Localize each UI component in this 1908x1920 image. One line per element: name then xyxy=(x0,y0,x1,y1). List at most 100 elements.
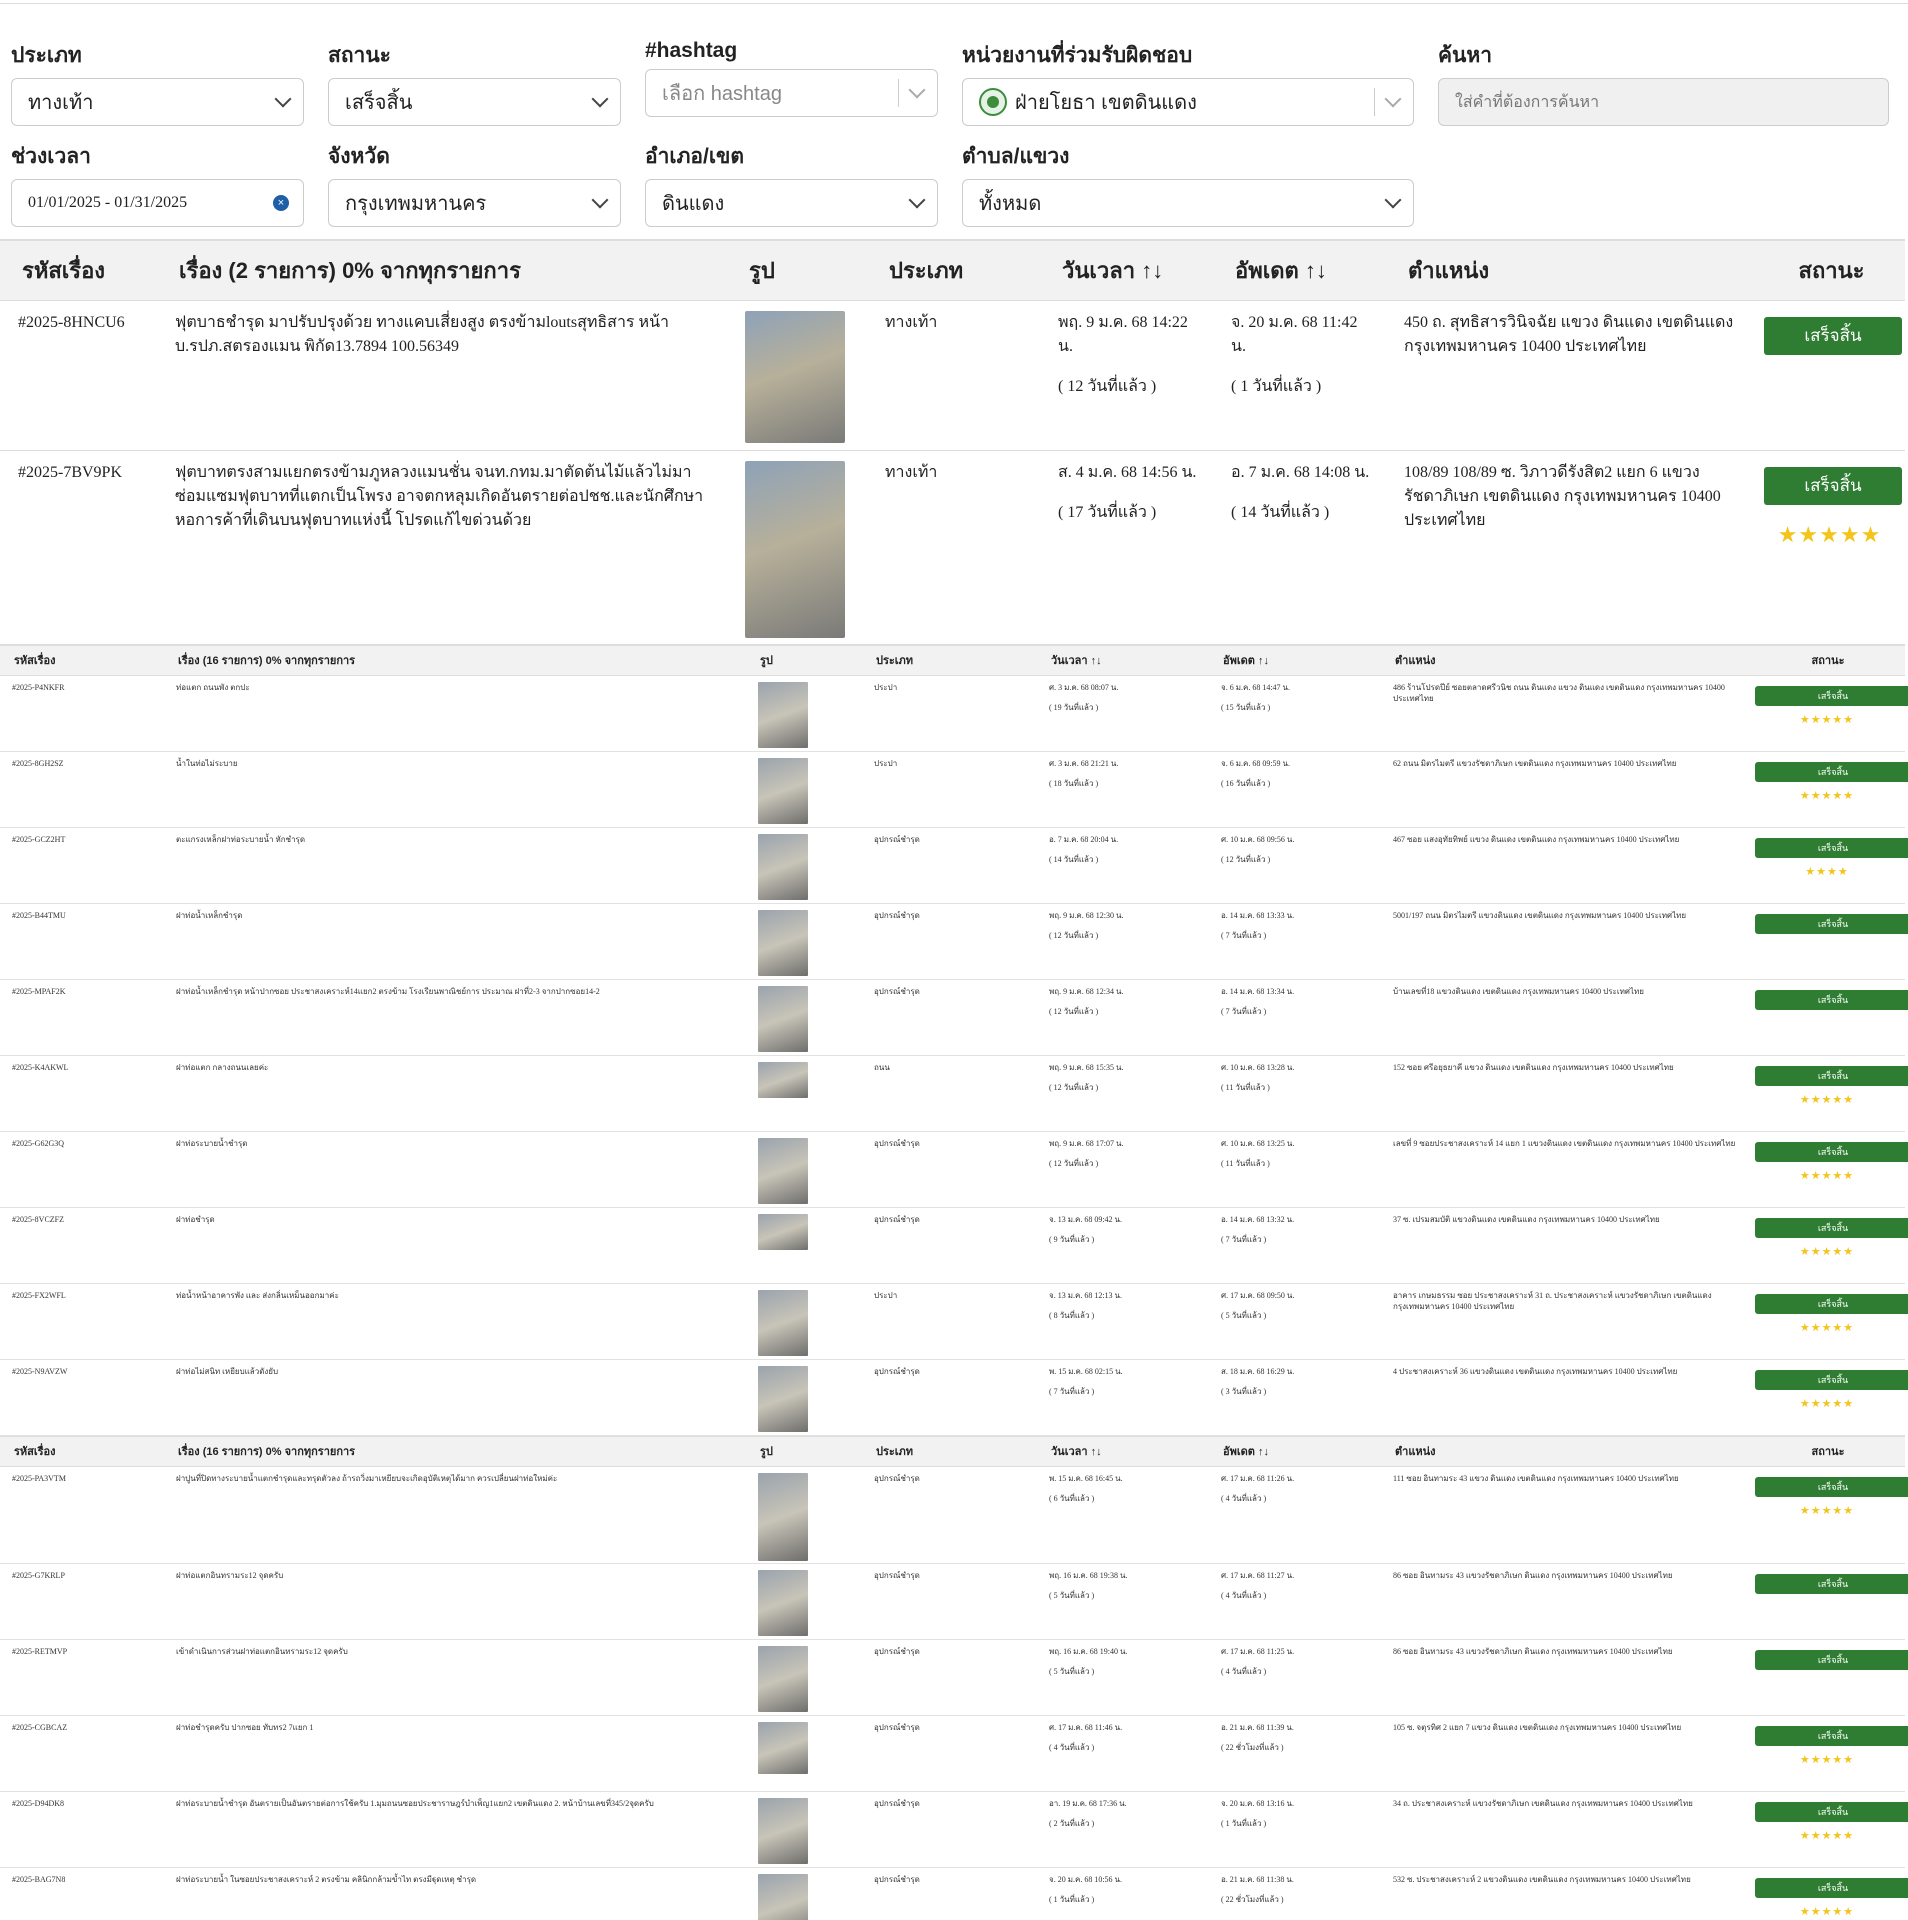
status-badge[interactable]: เสร็จสิ้น xyxy=(1755,837,1908,858)
status-badge[interactable]: เสร็จสิ้น xyxy=(1755,1725,1908,1746)
status-badge[interactable]: เสร็จสิ้น xyxy=(1755,1065,1908,1086)
col-updated[interactable]: อัพเดต ↑↓ xyxy=(1213,239,1386,301)
issue-title: ฝาท่อน้ำเหล็กชำรุด หน้าปากซอย ประชาสงเคร… xyxy=(164,979,746,1056)
table-row[interactable]: #2025-GCZ2HT ตะแกรงเหล็กฝาท่อระบายน้ำ หัก… xyxy=(0,827,1908,904)
status-badge[interactable]: เสร็จสิ้น xyxy=(1755,1476,1908,1497)
issue-photo[interactable] xyxy=(758,909,808,976)
table-row[interactable]: #2025-MPAF2K ฝาท่อน้ำเหล็กชำรุด หน้าปากซอ… xyxy=(0,979,1908,1056)
district-select[interactable]: ดินแดง xyxy=(645,179,938,227)
type-select[interactable]: ทางเท้า xyxy=(11,78,304,126)
issue-photo[interactable] xyxy=(758,1797,808,1864)
issue-photo[interactable] xyxy=(758,985,808,1052)
issue-id[interactable]: #2025-PA3VTM xyxy=(0,1466,164,1564)
status-badge[interactable]: เสร็จสิ้น xyxy=(1755,1877,1908,1898)
status-badge[interactable]: เสร็จสิ้น xyxy=(1755,685,1908,706)
issue-photo[interactable] xyxy=(758,1645,808,1712)
search-input[interactable]: ใส่คำที่ต้องการค้นหา xyxy=(1438,78,1889,126)
col-datetime[interactable]: วันเวลา ↑↓ xyxy=(1037,644,1209,676)
table-row[interactable]: #2025-BAG7N8 ฝาท่อระบายน้ำ ในซอยประชาสงเค… xyxy=(0,1867,1908,1920)
subdistrict-select[interactable]: ทั้งหมด xyxy=(962,179,1414,227)
issue-id[interactable]: #2025-CGBCAZ xyxy=(0,1715,164,1792)
table-row[interactable]: #2025-PA3VTM ฝาปูนที่ปิดทางระบายน้ำแตกชำร… xyxy=(0,1466,1908,1564)
issue-photo[interactable] xyxy=(745,310,845,443)
issue-photo[interactable] xyxy=(758,1289,808,1356)
issue-id[interactable]: #2025-FX2WFL xyxy=(0,1283,164,1360)
issue-id[interactable]: #2025-7BV9PK xyxy=(0,450,157,645)
col-id[interactable]: รหัสเรื่อง xyxy=(0,644,164,676)
issue-updated-cell: อ. 21 ม.ค. 68 11:38 น. ( 22 ชั่วโมงที่แล้… xyxy=(1209,1867,1381,1920)
table-row[interactable]: #2025-D94DK8 ฝาท่อระบายน้ำชำรุด อันตรายเป… xyxy=(0,1791,1908,1868)
table-row[interactable]: #2025-N9AVZW ฝาท่อไม่สนิท เหยียบแล้วดังยั… xyxy=(0,1359,1908,1436)
status-badge[interactable]: เสร็จสิ้น xyxy=(1755,1293,1908,1314)
status-badge[interactable]: เสร็จสิ้น xyxy=(1764,316,1902,355)
status-badge[interactable]: เสร็จสิ้น xyxy=(1755,913,1908,934)
issue-photo[interactable] xyxy=(758,681,808,748)
status-badge[interactable]: เสร็จสิ้น xyxy=(1755,989,1908,1010)
issue-photo[interactable] xyxy=(758,1137,808,1204)
issue-title: ตะแกรงเหล็กฝาท่อระบายน้ำ หักชำรุด xyxy=(164,827,746,904)
issue-photo[interactable] xyxy=(758,1061,808,1098)
issue-id[interactable]: #2025-RETMVP xyxy=(0,1639,164,1716)
issue-id[interactable]: #2025-P4NKFR xyxy=(0,675,164,752)
issue-photo-cell xyxy=(746,979,862,1056)
col-id[interactable]: รหัสเรื่อง xyxy=(0,1435,164,1467)
status-badge[interactable]: เสร็จสิ้น xyxy=(1755,1573,1908,1594)
issue-photo[interactable] xyxy=(758,1873,808,1920)
issue-photo[interactable] xyxy=(758,1721,808,1774)
table-row[interactable]: #2025-7BV9PK ฟุตบาทตรงสามแยกตรงข้ามภูหลว… xyxy=(0,450,1905,645)
issue-id[interactable]: #2025-8VCZFZ xyxy=(0,1207,164,1284)
table-row[interactable]: #2025-8GH2SZ น้ำในท่อไม่ระบาย ประปา ศ. 3 ม.… xyxy=(0,751,1908,828)
col-id[interactable]: รหัสเรื่อง xyxy=(0,239,157,301)
issue-date-cell: ส. 4 ม.ค. 68 14:56 น. ( 17 วันที่แล้ว ) xyxy=(1040,450,1213,645)
col-datetime[interactable]: วันเวลา ↑↓ xyxy=(1040,239,1213,301)
table-row[interactable]: #2025-RETMVP เข้าดำเนินการส่วนฝาท่อแตกอิน… xyxy=(0,1639,1908,1716)
issue-id[interactable]: #2025-G62G3Q xyxy=(0,1131,164,1208)
col-updated[interactable]: อัพเดต ↑↓ xyxy=(1209,1435,1381,1467)
status-badge[interactable]: เสร็จสิ้น xyxy=(1755,1369,1908,1390)
table-row[interactable]: #2025-K4AKWL ฝาท่อแตก กลางถนนเลยค่ะ ถนน พฤ.… xyxy=(0,1055,1908,1132)
issue-id[interactable]: #2025-8HNCU6 xyxy=(0,300,157,451)
hashtag-select[interactable]: เลือก hashtag xyxy=(645,69,938,117)
status-badge[interactable]: เสร็จสิ้น xyxy=(1755,1801,1908,1822)
issue-id[interactable]: #2025-D94DK8 xyxy=(0,1791,164,1868)
date-range-value: 01/01/2025 - 01/31/2025 xyxy=(28,194,188,211)
issue-photo[interactable] xyxy=(758,1472,808,1561)
issue-date-cell: จ. 20 ม.ค. 68 10:56 น. ( 1 วันที่แล้ว ) xyxy=(1037,1867,1209,1920)
issue-photo[interactable] xyxy=(758,757,808,824)
table-row[interactable]: #2025-8VCZFZ ฝาท่อชำรุด อุปกรณ์ชำรุด จ. 13 … xyxy=(0,1207,1908,1284)
issue-photo[interactable] xyxy=(758,1365,808,1432)
table-row[interactable]: #2025-G7KRLP ฝาท่อแตกอินทรามระ12 จุดครับ อ… xyxy=(0,1563,1908,1640)
issue-photo[interactable] xyxy=(758,833,808,900)
status-badge[interactable]: เสร็จสิ้น xyxy=(1755,1217,1908,1238)
province-select[interactable]: กรุงเทพมหานคร xyxy=(328,179,621,227)
table-row[interactable]: #2025-P4NKFR ท่อแตก ถนนพัง ตกปะ ประปา ศ. 3 … xyxy=(0,675,1908,752)
status-badge[interactable]: เสร็จสิ้น xyxy=(1755,1141,1908,1162)
issue-status-cell: เสร็จสิ้น ★★★★★ xyxy=(1743,751,1908,828)
table-row[interactable]: #2025-B44TMU ฝาท่อน้ำเหล็กชำรุด อุปกรณ์ชำร… xyxy=(0,903,1908,980)
status-badge[interactable]: เสร็จสิ้น xyxy=(1764,466,1902,505)
table-row[interactable]: #2025-FX2WFL ท่อน้ำหน้าอาคารพัง และ ส่งกล… xyxy=(0,1283,1908,1360)
col-updated[interactable]: อัพเดต ↑↓ xyxy=(1209,644,1381,676)
issue-id[interactable]: #2025-8GH2SZ xyxy=(0,751,164,828)
issue-photo[interactable] xyxy=(758,1569,808,1636)
table-row[interactable]: #2025-G62G3Q ฝาท่อระบายน้ำชำรุด อุปกรณ์ชำร… xyxy=(0,1131,1908,1208)
table-row[interactable]: #2025-CGBCAZ ฝาท่อชำรุดครับ ปากซอย ทับทร2… xyxy=(0,1715,1908,1792)
date-range-input[interactable]: 01/01/2025 - 01/31/2025 × xyxy=(11,179,304,227)
issue-photo[interactable] xyxy=(758,1213,808,1250)
status-badge[interactable]: เสร็จสิ้น xyxy=(1755,761,1908,782)
status-select[interactable]: เสร็จสิ้น xyxy=(328,78,621,126)
status-badge[interactable]: เสร็จสิ้น xyxy=(1755,1649,1908,1670)
issue-id[interactable]: #2025-GCZ2HT xyxy=(0,827,164,904)
table-row[interactable]: #2025-8HNCU6 ฟุตบาธชำรุด มาปรับปรุงด้วย … xyxy=(0,300,1905,451)
issue-updated-cell: จ. 20 ม.ค. 68 11:42 น. ( 1 วันที่แล้ว ) xyxy=(1213,300,1386,451)
issue-id[interactable]: #2025-MPAF2K xyxy=(0,979,164,1056)
clear-icon[interactable]: × xyxy=(273,195,289,211)
agency-select[interactable]: ฝ่ายโยธา เขตดินแดง xyxy=(962,78,1414,126)
issue-id[interactable]: #2025-K4AKWL xyxy=(0,1055,164,1132)
col-datetime[interactable]: วันเวลา ↑↓ xyxy=(1037,1435,1209,1467)
issue-photo[interactable] xyxy=(745,460,845,638)
issue-id[interactable]: #2025-N9AVZW xyxy=(0,1359,164,1436)
issue-id[interactable]: #2025-G7KRLP xyxy=(0,1563,164,1640)
issue-id[interactable]: #2025-B44TMU xyxy=(0,903,164,980)
issue-id[interactable]: #2025-BAG7N8 xyxy=(0,1867,164,1920)
